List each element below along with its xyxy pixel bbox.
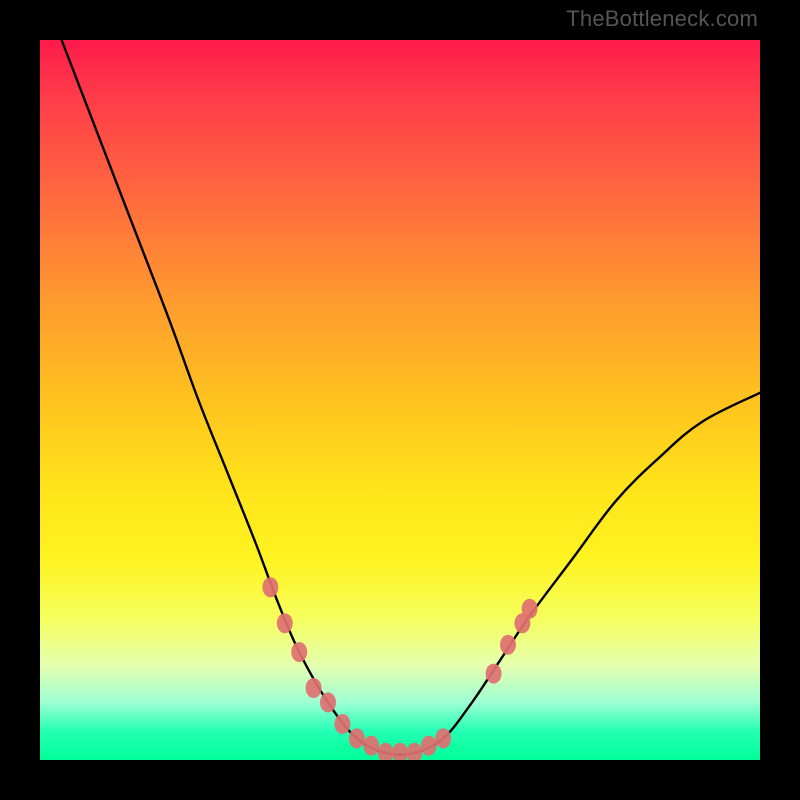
curve-marker bbox=[334, 714, 350, 734]
curve-marker bbox=[363, 736, 379, 756]
curve-marker bbox=[522, 599, 538, 619]
bottleneck-curve bbox=[62, 40, 760, 755]
curve-marker bbox=[262, 577, 278, 597]
curve-marker bbox=[435, 728, 451, 748]
curve-marker bbox=[320, 692, 336, 712]
chart-svg bbox=[40, 40, 760, 760]
curve-marker bbox=[291, 642, 307, 662]
curve-marker bbox=[277, 613, 293, 633]
curve-marker bbox=[500, 635, 516, 655]
curve-marker bbox=[378, 743, 394, 760]
marker-group bbox=[262, 577, 537, 760]
curve-marker bbox=[406, 743, 422, 760]
chart-plot-area bbox=[40, 40, 760, 760]
curve-marker bbox=[349, 728, 365, 748]
watermark-label: TheBottleneck.com bbox=[566, 6, 758, 32]
curve-marker bbox=[486, 664, 502, 684]
curve-marker bbox=[421, 736, 437, 756]
curve-marker bbox=[392, 743, 408, 760]
curve-marker bbox=[306, 678, 322, 698]
chart-frame: TheBottleneck.com bbox=[0, 0, 800, 800]
